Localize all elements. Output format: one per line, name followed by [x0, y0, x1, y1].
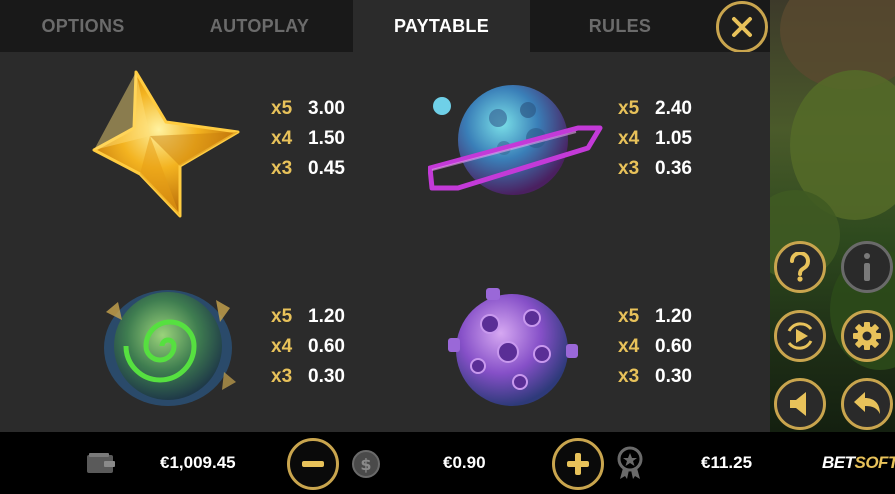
payout: 0.60 — [308, 336, 345, 357]
payout: 1.20 — [308, 306, 345, 327]
coins-icon: $ — [351, 449, 381, 479]
multiplier: x3 — [271, 366, 293, 387]
multiplier: x3 — [618, 366, 640, 387]
paylist-purple-planet: x5 1.20 x4 0.60 x3 0.30 — [618, 302, 692, 392]
close-icon — [732, 17, 752, 37]
paylist-ringed-planet: x5 2.40 x4 1.05 x3 0.36 — [618, 94, 692, 184]
paytable-panel: x5 3.00 x4 1.50 x3 0.45 x5 2.40 x4 1.05 — [0, 52, 770, 432]
purple-crater-planet-icon — [442, 282, 582, 412]
tab-rules[interactable]: RULES — [530, 0, 710, 52]
tab-options[interactable]: OPTIONS — [0, 0, 166, 52]
multiplier: x3 — [271, 158, 293, 179]
svg-text:$: $ — [360, 455, 371, 474]
paylist-green-planet: x5 1.20 x4 0.60 x3 0.30 — [271, 302, 345, 392]
payout: 0.36 — [655, 158, 692, 179]
green-swirl-planet-icon — [96, 282, 241, 412]
help-icon — [790, 252, 810, 282]
wallet-icon — [86, 452, 116, 474]
award-icon — [615, 446, 645, 480]
multiplier: x4 — [618, 336, 640, 357]
payout: 1.20 — [655, 306, 692, 327]
plus-icon — [567, 453, 589, 475]
info-button[interactable] — [841, 241, 893, 293]
payout: 1.50 — [308, 128, 345, 149]
multiplier: x3 — [618, 158, 640, 179]
win-value: €11.25 — [701, 453, 753, 472]
decrease-bet-button[interactable] — [287, 438, 339, 490]
multiplier: x4 — [618, 128, 640, 149]
close-button[interactable] — [716, 1, 768, 53]
multiplier: x5 — [618, 306, 640, 327]
balance-value: €1,009.45 — [160, 453, 236, 472]
payout: 3.00 — [308, 98, 345, 119]
autoplay-icon — [787, 322, 813, 350]
payout: 0.45 — [308, 158, 345, 179]
multiplier: x4 — [271, 336, 293, 357]
multiplier: x5 — [271, 98, 293, 119]
tab-paytable[interactable]: PAYTABLE — [353, 0, 530, 52]
ringed-planet-icon — [427, 78, 603, 203]
minus-icon — [302, 461, 324, 467]
settings-icon — [853, 322, 881, 350]
multiplier: x5 — [271, 306, 293, 327]
paylist-star: x5 3.00 x4 1.50 x3 0.45 — [271, 94, 345, 184]
settings-button[interactable] — [841, 310, 893, 362]
autoplay-button[interactable] — [774, 310, 826, 362]
tab-bar: OPTIONS AUTOPLAY PAYTABLE RULES — [0, 0, 770, 52]
sound-icon — [790, 392, 806, 416]
payout: 2.40 — [655, 98, 692, 119]
increase-bet-button[interactable] — [552, 438, 604, 490]
payout: 0.30 — [655, 366, 692, 387]
payout: 0.30 — [308, 366, 345, 387]
tab-autoplay[interactable]: AUTOPLAY — [166, 0, 353, 52]
back-icon — [854, 392, 880, 414]
multiplier: x5 — [618, 98, 640, 119]
payout: 0.60 — [655, 336, 692, 357]
info-icon — [864, 253, 870, 281]
back-button[interactable] — [841, 378, 893, 430]
sound-button[interactable] — [774, 378, 826, 430]
bet-value: €0.90 — [443, 453, 486, 472]
multiplier: x4 — [271, 128, 293, 149]
betsoft-logo: BETSOFT — [822, 453, 895, 472]
game-background — [770, 0, 895, 432]
bottom-bar: €1,009.45 $ €0.90 €11.25 BETSOFT — [0, 432, 895, 494]
help-button[interactable] — [774, 241, 826, 293]
payout: 1.05 — [655, 128, 692, 149]
gold-star-icon — [88, 66, 248, 226]
